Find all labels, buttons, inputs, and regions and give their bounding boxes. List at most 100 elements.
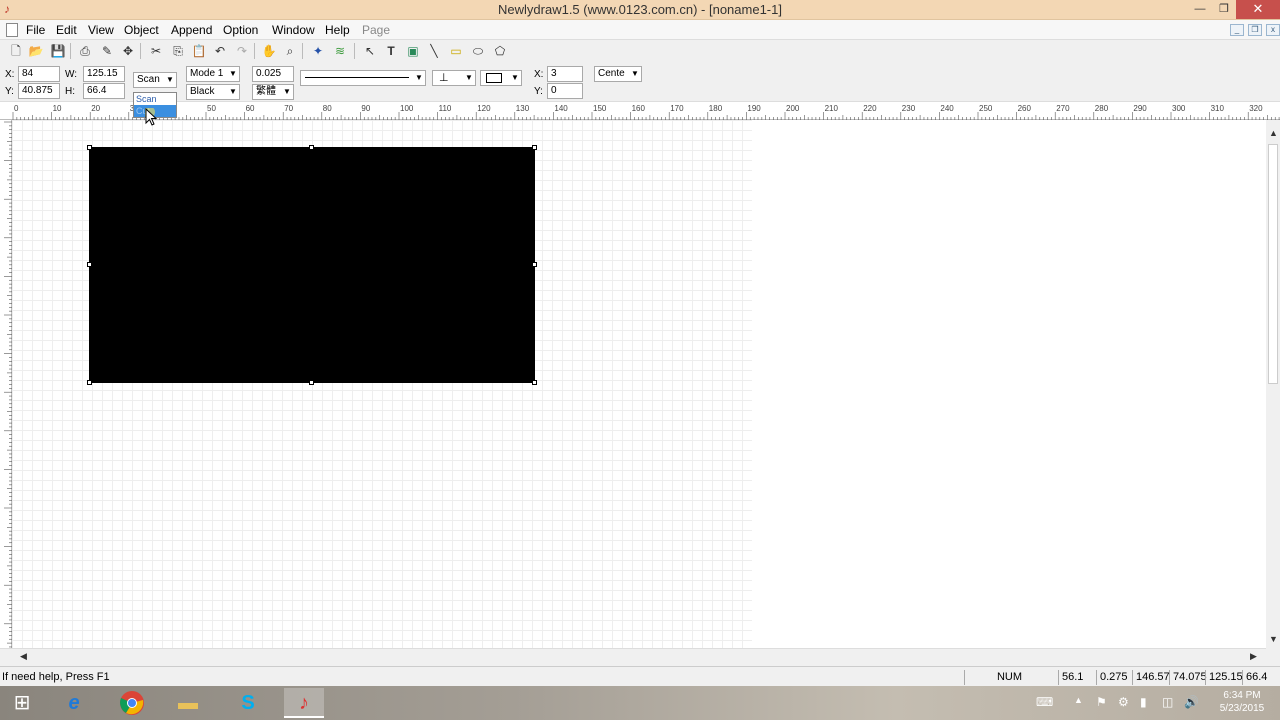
restore-button[interactable]: ❐ bbox=[1214, 0, 1234, 19]
bezier-icon[interactable]: ≋ bbox=[332, 43, 348, 59]
ruler-label: 300 bbox=[1172, 104, 1186, 113]
battery-icon[interactable]: ▮ bbox=[1140, 695, 1147, 709]
resize-handle-bottom-left[interactable] bbox=[87, 380, 92, 385]
network-icon[interactable]: ⚙ bbox=[1118, 695, 1129, 709]
menu-file[interactable]: File bbox=[26, 23, 45, 37]
resize-handle-top-right[interactable] bbox=[532, 145, 537, 150]
network-signal-icon[interactable]: ◫ bbox=[1162, 695, 1173, 709]
menu-page[interactable]: Page bbox=[362, 23, 390, 37]
copy-icon[interactable]: ⎘ bbox=[170, 43, 186, 59]
internet-explorer-icon[interactable]: e bbox=[54, 688, 94, 718]
status-obj-w: 125.15 bbox=[1205, 670, 1243, 685]
rectangle-tool-icon[interactable]: ▭ bbox=[448, 43, 464, 59]
flag-icon[interactable]: ⚑ bbox=[1096, 695, 1107, 709]
clock-time: 6:34 PM bbox=[1223, 690, 1261, 701]
volume-icon[interactable]: 🔊 bbox=[1184, 695, 1199, 709]
line-tool-icon[interactable]: ╲ bbox=[426, 43, 442, 59]
dropdown-option-scan[interactable]: Scan bbox=[134, 93, 176, 105]
cut-icon[interactable]: ✂ bbox=[148, 43, 164, 59]
plot-icon[interactable]: ✎ bbox=[99, 43, 115, 59]
minimize-button[interactable]: — bbox=[1190, 0, 1210, 19]
ellipse-tool-icon[interactable]: ⬭ bbox=[470, 43, 486, 59]
fill-select[interactable]: ▼ bbox=[480, 70, 522, 86]
vertical-scrollbar[interactable]: ▲ ▼ bbox=[1266, 128, 1280, 648]
menu-help[interactable]: Help bbox=[325, 23, 350, 37]
canvas-outside-page bbox=[752, 120, 1266, 648]
scroll-up-icon[interactable]: ▲ bbox=[1269, 128, 1278, 138]
ruler-label: 50 bbox=[207, 104, 216, 113]
mdi-restore-button[interactable]: ❐ bbox=[1248, 24, 1262, 36]
chevron-down-icon: ▼ bbox=[415, 73, 423, 82]
horizontal-scrollbar[interactable]: ◀ ▶ bbox=[0, 648, 1266, 664]
resize-handle-bottom-right[interactable] bbox=[532, 380, 537, 385]
resize-handle-top-left[interactable] bbox=[87, 145, 92, 150]
ruler-label: 290 bbox=[1133, 104, 1147, 113]
align-select[interactable]: Cente ▼ bbox=[594, 66, 642, 82]
mode-select[interactable]: Mode 1 ▼ bbox=[186, 66, 240, 82]
ruler-label: 180 bbox=[708, 104, 723, 113]
select-arrow-icon[interactable]: ↖ bbox=[362, 43, 378, 59]
zoom-icon[interactable]: ⌕ bbox=[282, 43, 298, 59]
menu-edit[interactable]: Edit bbox=[56, 23, 77, 37]
status-help-text: If need help, Press F1 bbox=[2, 671, 110, 683]
newlydraw-taskbar-icon[interactable]: ♪ bbox=[284, 688, 324, 718]
resize-handle-top[interactable] bbox=[309, 145, 314, 150]
hand-icon[interactable]: ✋ bbox=[261, 43, 277, 59]
resize-handle-left[interactable] bbox=[87, 262, 92, 267]
document-icon[interactable] bbox=[6, 23, 18, 37]
menu-object[interactable]: Object bbox=[124, 23, 159, 37]
resize-handle-right[interactable] bbox=[532, 262, 537, 267]
selected-rectangle[interactable] bbox=[89, 147, 535, 383]
image-tool-icon[interactable]: ▣ bbox=[405, 43, 421, 59]
menu-view[interactable]: View bbox=[88, 23, 114, 37]
file-explorer-icon[interactable]: ▬ bbox=[168, 688, 208, 718]
scan-mode-select[interactable]: Scan ▼ bbox=[133, 72, 177, 88]
scroll-right-icon[interactable]: ▶ bbox=[1250, 651, 1257, 662]
system-clock[interactable]: 6:34 PM 5/23/2015 bbox=[1212, 689, 1272, 715]
line-width-field[interactable]: 0.025 bbox=[252, 66, 294, 82]
redo-icon[interactable]: ↷ bbox=[234, 43, 250, 59]
scroll-down-icon[interactable]: ▼ bbox=[1269, 634, 1278, 644]
print-icon[interactable]: ⎙ bbox=[77, 43, 93, 59]
line-style-select[interactable]: ▼ bbox=[300, 70, 426, 86]
vertical-scroll-thumb[interactable] bbox=[1268, 144, 1278, 384]
text-tool-icon[interactable]: T bbox=[383, 43, 399, 59]
menu-append[interactable]: Append bbox=[171, 23, 212, 37]
keyboard-icon[interactable]: ⌨ bbox=[1036, 695, 1053, 709]
y-field[interactable]: 40.875 bbox=[18, 83, 60, 99]
line-cap-select[interactable]: ⊥ ▼ bbox=[432, 70, 476, 86]
new-file-icon[interactable]: 🗋 bbox=[8, 43, 24, 59]
drawing-canvas[interactable] bbox=[12, 120, 1266, 648]
x-field[interactable]: 84 bbox=[18, 66, 60, 82]
mdi-close-button[interactable]: x bbox=[1266, 24, 1280, 36]
chrome-icon[interactable] bbox=[112, 688, 152, 718]
tray-expand-icon[interactable]: ▲ bbox=[1074, 695, 1083, 705]
property-bar: X: 84 Y: 40.875 W: 125.15 H: 66.4 Scan ▼… bbox=[0, 62, 1280, 102]
skype-icon[interactable]: S bbox=[228, 688, 268, 718]
polygon-tool-icon[interactable]: ⬠ bbox=[492, 43, 508, 59]
close-button[interactable]: ✕ bbox=[1236, 0, 1280, 19]
menu-option[interactable]: Option bbox=[223, 23, 258, 37]
language-select[interactable]: 繁體 ▼ bbox=[252, 84, 294, 100]
start-button[interactable]: ⊞ bbox=[2, 688, 42, 718]
mouse-cursor-icon bbox=[145, 108, 158, 126]
node-edit-icon[interactable]: ✦ bbox=[310, 43, 326, 59]
undo-icon[interactable]: ↶ bbox=[212, 43, 228, 59]
mdi-minimize-button[interactable]: _ bbox=[1230, 24, 1244, 36]
width-field[interactable]: 125.15 bbox=[83, 66, 125, 82]
paste-icon[interactable]: 📋 bbox=[191, 43, 207, 59]
scroll-left-icon[interactable]: ◀ bbox=[20, 651, 27, 662]
y-offset-field[interactable]: 0 bbox=[547, 83, 583, 99]
color-select[interactable]: Black ▼ bbox=[186, 84, 240, 100]
save-icon[interactable]: 💾 bbox=[50, 43, 66, 59]
ruler-label: 190 bbox=[747, 104, 761, 113]
resize-handle-bottom[interactable] bbox=[309, 380, 314, 385]
move-icon[interactable]: ✥ bbox=[120, 43, 136, 59]
chevron-down-icon: ▼ bbox=[229, 87, 237, 96]
menu-window[interactable]: Window bbox=[272, 23, 315, 37]
open-folder-icon[interactable]: 📂 bbox=[28, 43, 44, 59]
x-offset-field[interactable]: 3 bbox=[547, 66, 583, 82]
main-toolbar: 🗋 📂 💾 ⎙ ✎ ✥ ✂ ⎘ 📋 ↶ ↷ ✋ ⌕ ✦ ≋ ↖ T ▣ ╲ ▭ … bbox=[0, 40, 1280, 62]
height-field[interactable]: 66.4 bbox=[83, 83, 125, 99]
chevron-down-icon: ▼ bbox=[283, 87, 291, 96]
